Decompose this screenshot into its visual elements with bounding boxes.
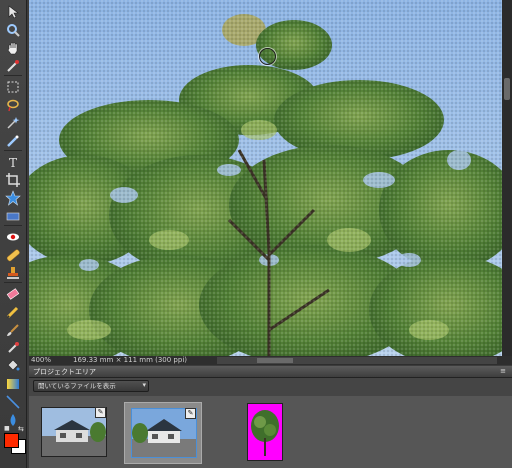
lasso-tool[interactable] [3, 95, 23, 115]
default-colors-icon[interactable]: ■ [4, 425, 10, 432]
crop-icon [6, 173, 20, 187]
thumbnail-house-photo-2[interactable]: ✎ [124, 402, 202, 464]
zoom-level[interactable]: 400% [31, 356, 51, 365]
pencil-icon [6, 306, 19, 319]
move-tool[interactable] [3, 2, 23, 22]
smart-brush-tool[interactable] [3, 338, 23, 358]
file-filter-dropdown[interactable]: 開いているファイルを表示 ▾ [33, 380, 149, 392]
pencil-tool[interactable] [3, 302, 23, 322]
toolbox-divider [4, 75, 22, 76]
smart-brush-icon [8, 342, 19, 353]
document-size: 169.33 mm × 111 mm (300 ppi) [73, 356, 187, 364]
toolbox-divider [4, 150, 22, 151]
move-arrow-icon [8, 5, 19, 19]
foreground-color-swatch[interactable] [4, 433, 19, 448]
horizontal-scrollbar[interactable] [217, 357, 497, 364]
magic-wand-icon [7, 117, 20, 129]
gradient-icon [7, 379, 19, 389]
straighten-icon [6, 212, 20, 221]
eyedropper-icon [7, 60, 19, 72]
brush-icon [7, 324, 19, 336]
swap-colors-icon[interactable]: ⇆ [18, 425, 24, 433]
thumbnail-tree-on-magenta[interactable] [229, 402, 305, 462]
vertical-scrollbar[interactable] [502, 0, 512, 356]
editor-window: T ■ ⇆ 400% 169.33 mm × 111 mm (300 ppi) … [0, 0, 512, 468]
eye-icon [7, 233, 19, 241]
red-eye-tool[interactable] [3, 227, 23, 247]
file-filter-label: 開いているファイルを表示 [38, 382, 116, 390]
chevron-down-icon: ▾ [142, 381, 146, 389]
hand-tool[interactable] [3, 38, 23, 58]
line-tool[interactable] [3, 392, 23, 412]
color-swatches: ■ ⇆ [2, 425, 26, 455]
toolbox-divider [4, 282, 22, 283]
hand-icon [7, 42, 18, 55]
horizontal-scrollbar-thumb[interactable] [257, 358, 293, 363]
panel-header: プロジェクトエリア ≡ [29, 366, 512, 378]
image-canvas[interactable] [29, 0, 502, 356]
vertical-scrollbar-thumb[interactable] [504, 78, 510, 100]
type-tool[interactable]: T [3, 152, 23, 172]
zoom-tool[interactable] [3, 20, 23, 40]
healing-brush-tool[interactable] [3, 245, 23, 265]
gradient-tool[interactable] [3, 374, 23, 394]
eraser-tool[interactable] [3, 284, 23, 304]
clone-stamp-tool[interactable] [3, 263, 23, 283]
paint-bucket-icon [7, 359, 20, 371]
star-shape-icon [5, 190, 21, 206]
open-file-badge-icon: ✎ [185, 408, 196, 419]
selection-brush-tool[interactable] [3, 131, 23, 151]
toolbox: T ■ ⇆ [0, 0, 27, 468]
eyedropper-tool[interactable] [3, 56, 23, 76]
stamp-icon [7, 267, 19, 279]
panel-title: プロジェクトエリア [33, 368, 96, 376]
lasso-icon [7, 99, 19, 112]
marquee-icon [7, 81, 19, 93]
panel-menu-icon[interactable]: ≡ [500, 367, 506, 376]
magnifier-icon [7, 24, 20, 37]
toolbox-divider [4, 225, 22, 226]
magic-wand-tool[interactable] [3, 113, 23, 133]
crop-tool[interactable] [3, 170, 23, 190]
eraser-icon [6, 288, 20, 300]
thumbnail-image [247, 403, 283, 461]
open-file-badge-icon: ✎ [95, 407, 106, 418]
thumbnail-strip: ✎ ✎ [29, 396, 512, 468]
status-bar: 400% 169.33 mm × 111 mm (300 ppi) [29, 356, 512, 365]
marquee-tool[interactable] [3, 77, 23, 97]
straighten-tool[interactable] [3, 206, 23, 226]
selection-brush-icon [7, 135, 19, 147]
brush-cursor [259, 48, 276, 65]
cookie-cutter-tool[interactable] [3, 188, 23, 208]
line-icon [6, 395, 20, 409]
thumbnail-house-photo-1[interactable]: ✎ [35, 402, 111, 462]
svg-text:T: T [9, 156, 17, 170]
type-icon: T [9, 156, 17, 170]
paint-bucket-tool[interactable] [3, 356, 23, 376]
bandage-icon [6, 249, 20, 262]
project-panel: プロジェクトエリア ≡ 開いているファイルを表示 ▾ ✎ ✎ [29, 366, 512, 468]
brush-tool[interactable] [3, 320, 23, 340]
